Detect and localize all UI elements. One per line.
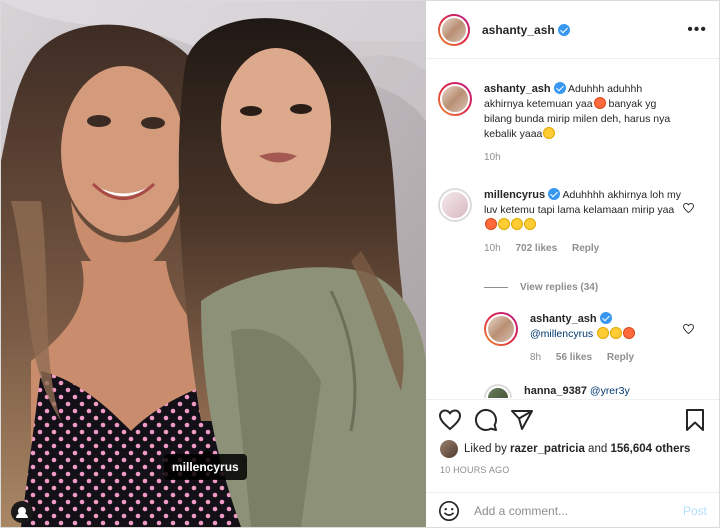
reply-button[interactable]: Reply	[572, 243, 599, 254]
comment-username[interactable]: hanna_9387	[524, 385, 587, 397]
avatar[interactable]	[438, 13, 470, 46]
photo-user-tag[interactable]: millencyrus	[164, 449, 247, 480]
comment-username[interactable]: millencyrus	[484, 189, 545, 201]
laughing-emoji-icon	[498, 218, 510, 230]
action-bar	[426, 400, 719, 440]
caption: ashanty_ash Aduhhh aduhhh akhirnya ketem…	[438, 82, 684, 165]
avatar[interactable]	[438, 82, 472, 116]
avatar[interactable]	[438, 188, 472, 222]
comment-input[interactable]: Add a comment...	[474, 504, 683, 518]
verified-badge-icon	[557, 23, 570, 36]
reply-comment: ashanty_ash @millencyrus 8h 56 likes Rep…	[484, 312, 680, 365]
heart-eyes-emoji-icon	[593, 97, 606, 109]
liked-by-and: and	[588, 443, 608, 455]
laughing-emoji-icon	[524, 218, 536, 230]
header-username[interactable]: ashanty_ash	[482, 23, 555, 37]
heart-eyes-emoji-icon	[623, 327, 636, 339]
person-icon[interactable]	[11, 501, 33, 523]
bookmark-icon[interactable]	[683, 408, 707, 432]
post-header: ashanty_ash •••	[426, 1, 719, 59]
share-icon[interactable]	[510, 408, 534, 432]
heart-icon[interactable]	[438, 408, 462, 432]
comment-username[interactable]: ashanty_ash	[484, 83, 551, 95]
avatar[interactable]	[484, 312, 518, 346]
post-actions: Liked by razer_patricia and 156,604 othe…	[426, 399, 719, 521]
comment-meta: 10h	[484, 150, 684, 165]
comment-likes[interactable]: 56 likes	[556, 352, 592, 363]
comment-time[interactable]: 10h	[484, 243, 501, 254]
emoji-smile-icon[interactable]	[438, 500, 460, 522]
tongue-emoji-icon	[543, 127, 556, 139]
comment-likes[interactable]: 702 likes	[515, 243, 557, 254]
grinning-emoji-icon	[597, 327, 610, 339]
comment-time[interactable]: 10h	[484, 152, 501, 163]
comment-meta: 10h 702 likes Reply	[484, 241, 684, 256]
heart-eyes-emoji-icon	[485, 218, 497, 230]
post-timestamp[interactable]: 10 HOURS AGO	[426, 458, 719, 475]
comment-icon[interactable]	[474, 408, 498, 432]
liked-by-prefix: Liked by	[464, 443, 507, 455]
comment-time[interactable]: 8h	[530, 352, 541, 363]
likes-summary: Liked by razer_patricia and 156,604 othe…	[426, 440, 719, 458]
liked-by-count[interactable]: 156,604 others	[610, 443, 690, 455]
comment-mention[interactable]: @yrer3y	[590, 385, 630, 397]
comment: millencyrus Aduhhhh akhirnya loh my luv …	[438, 188, 684, 256]
reply-button[interactable]: Reply	[607, 352, 634, 363]
avatar[interactable]	[440, 440, 458, 458]
ellipsis-icon[interactable]: •••	[687, 21, 707, 39]
grinning-emoji-icon	[610, 327, 623, 339]
verified-badge-icon	[553, 82, 566, 94]
comment-mention[interactable]: @millencyrus	[530, 328, 593, 340]
liked-by-user[interactable]: razer_patricia	[510, 443, 585, 455]
view-replies-button[interactable]: View replies (34)	[484, 282, 598, 293]
add-comment-bar: Add a comment... Post	[426, 492, 719, 528]
reply-comment: hanna_9387 @yrer3y	[484, 384, 684, 398]
comment-username[interactable]: ashanty_ash	[530, 313, 597, 325]
heart-icon[interactable]	[683, 324, 694, 334]
verified-badge-icon	[548, 188, 561, 200]
post-button[interactable]: Post	[683, 504, 707, 518]
laughing-emoji-icon	[511, 218, 523, 230]
post-sidebar: ashanty_ash ••• ashanty_ash Aduhhh aduhh…	[426, 1, 719, 527]
heart-icon[interactable]	[683, 203, 694, 213]
post-photo[interactable]: millencyrus	[1, 1, 426, 527]
comment-meta: 8h 56 likes Reply	[530, 350, 680, 365]
verified-badge-icon	[599, 312, 612, 324]
photo-illustration	[1, 1, 426, 527]
comments-list: ashanty_ash Aduhhh aduhhh akhirnya ketem…	[426, 60, 719, 398]
avatar[interactable]	[484, 384, 512, 398]
